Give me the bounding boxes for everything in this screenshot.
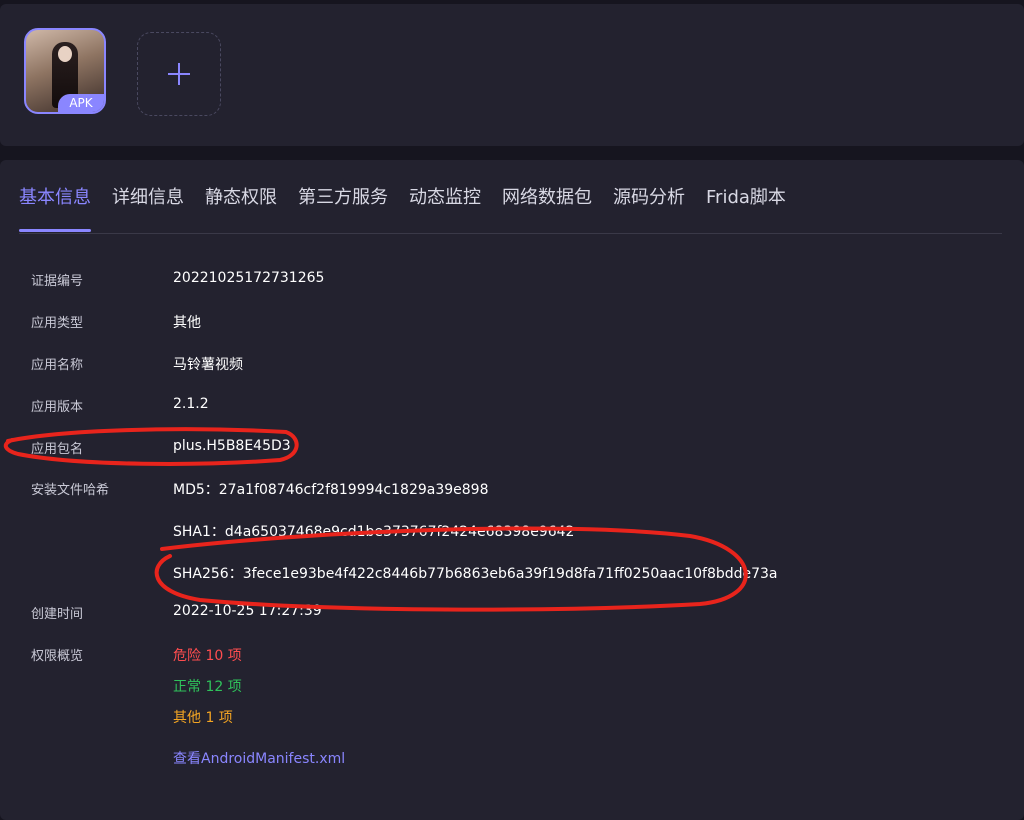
view-manifest-link[interactable]: 查看AndroidManifest.xml: [173, 748, 345, 768]
tab-source-analysis[interactable]: 源码分析: [613, 182, 685, 232]
tab-static-permissions[interactable]: 静态权限: [205, 182, 277, 232]
thumbnail-face: [58, 46, 72, 62]
app-name-label: 应用名称: [31, 358, 84, 373]
created-time-label: 创建时间: [31, 607, 84, 622]
permission-other-count[interactable]: 其他 1 项: [173, 707, 233, 727]
md5-value: MD5：27a1f08746cf2f819994c1829a39e898: [173, 482, 489, 498]
tab-detail-info[interactable]: 详细信息: [112, 182, 184, 232]
app-type-value: 其他: [173, 315, 201, 331]
app-detail-panel: 基本信息 详细信息 静态权限 第三方服务 动态监控 网络数据包 源码分析 Fri…: [0, 160, 1024, 820]
tab-dynamic-monitoring[interactable]: 动态监控: [409, 182, 481, 232]
tab-basic-info[interactable]: 基本信息: [19, 182, 91, 232]
app-version-label: 应用版本: [31, 400, 84, 415]
sha256-value: SHA256：3fece1e93be4f422c8446b77b6863eb6a…: [173, 566, 778, 582]
plus-icon: [168, 63, 190, 85]
app-type-label: 应用类型: [31, 316, 84, 331]
apk-badge: APK: [58, 94, 104, 112]
sha1-value: SHA1：d4a65037468e9cd1be373767f2424e68398…: [173, 524, 575, 540]
package-name-value: plus.H5B8E45D3: [173, 438, 291, 454]
app-icon-thumbnail[interactable]: APK: [24, 28, 106, 114]
app-upload-panel: APK: [0, 4, 1024, 146]
report-id-value: 20221025172731265: [173, 270, 325, 286]
add-app-button[interactable]: [137, 32, 221, 116]
permission-normal-count[interactable]: 正常 12 项: [173, 676, 242, 696]
permissions-label: 权限概览: [31, 649, 84, 664]
app-version-value: 2.1.2: [173, 396, 209, 412]
package-name-label: 应用包名: [31, 442, 84, 457]
permission-danger-count[interactable]: 危险 10 项: [173, 645, 242, 665]
tab-divider: [19, 233, 1002, 234]
report-id-label: 证据编号: [31, 274, 84, 289]
tab-network-packets[interactable]: 网络数据包: [502, 182, 592, 232]
created-time-value: 2022-10-25 17:27:39: [173, 603, 322, 619]
hashes-label: 安装文件哈希: [31, 483, 110, 498]
tab-bar: 基本信息 详细信息 静态权限 第三方服务 动态监控 网络数据包 源码分析 Fri…: [19, 182, 807, 232]
tab-frida-script[interactable]: Frida脚本: [706, 182, 786, 232]
app-name-value: 马铃薯视频: [173, 357, 243, 373]
tab-third-party-services[interactable]: 第三方服务: [298, 182, 388, 232]
